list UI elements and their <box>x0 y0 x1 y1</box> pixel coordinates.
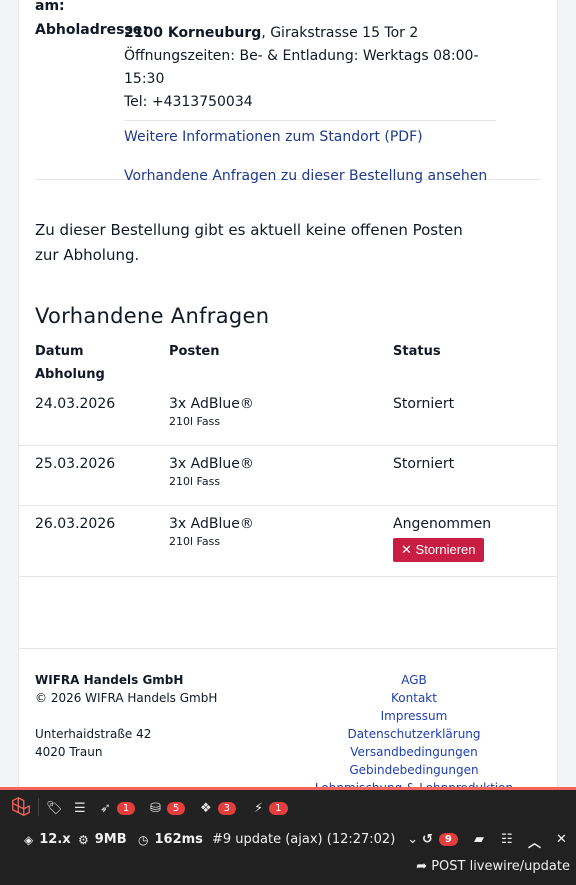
col-status: Status <box>393 344 441 359</box>
footer-copyright: © 2026 WIFRA Handels GmbH <box>35 691 218 705</box>
debug-bar-tabs: 🏷 ☰ ➶ 1 ⛁ 5 ❖ 3 ⚡ 1 <box>0 787 576 823</box>
row-item: 3x AdBlue® 210l Fass <box>169 456 254 488</box>
request-time: ◷ 162ms <box>138 832 203 847</box>
opening-hours: Öffnungszeiten: Be- & Entladung: Werktag… <box>124 48 479 87</box>
close-icon: ✕ <box>556 832 567 847</box>
chevron-down-icon: ⌄ <box>407 832 419 847</box>
queries-badge: 5 <box>166 801 186 815</box>
col-items: Posten <box>169 344 220 359</box>
item-name: 3x AdBlue® <box>169 456 254 472</box>
address-street: , Girakstrasse 15 Tor 2 <box>261 25 419 41</box>
pickup-date-label: am: <box>35 0 65 14</box>
tab-queries[interactable]: ⛁ 5 <box>150 797 186 819</box>
laravel-version: ◈ 12.x <box>24 832 71 847</box>
pickup-details: am: Abholadresse: 2100 Korneuburg, Girak… <box>35 0 541 184</box>
table-row: 24.03.2026 3x AdBlue® 210l Fass Stornier… <box>19 386 557 446</box>
cancel-request-button[interactable]: ✕ Stornieren <box>393 538 484 562</box>
row-status: Storniert <box>393 456 455 472</box>
row-status: Storniert <box>393 396 455 412</box>
footer-link-agb[interactable]: AGB <box>309 671 519 689</box>
models-badge: 3 <box>217 801 237 815</box>
leaf-icon: ➶ <box>100 800 111 816</box>
site-footer: WIFRA Handels GmbH © 2026 WIFRA Handels … <box>19 649 557 809</box>
tab-models[interactable]: ❖ 3 <box>200 797 237 819</box>
settings-button[interactable]: ☷ <box>501 832 513 847</box>
existing-requests-link[interactable]: Vorhandene Anfragen zu dieser Bestellung… <box>124 165 496 188</box>
share-icon: ➦ <box>416 859 428 874</box>
footer-street: Unterhaidstraße 42 <box>35 727 152 741</box>
footer-link-containers[interactable]: Gebindebedingungen <box>309 761 519 779</box>
row-item: 3x AdBlue® 210l Fass <box>169 396 254 428</box>
close-debugbar-button[interactable]: ✕ <box>556 832 567 847</box>
footer-link-shipping[interactable]: Versandbedingungen <box>309 743 519 761</box>
current-request[interactable]: ➦ POST livewire/update <box>416 859 570 874</box>
laravel-logo-icon <box>12 797 30 816</box>
livewire-badge: 1 <box>269 801 288 815</box>
footer-link-privacy[interactable]: Datenschutzerklärung <box>309 725 519 743</box>
history-icon: ↺ <box>422 832 433 847</box>
pickup-address: 2100 Korneuburg, Girakstrasse 15 Tor 2 Ö… <box>124 22 496 188</box>
database-icon: ⛁ <box>150 800 161 816</box>
footer-city: 4020 Traun <box>35 745 103 759</box>
folder-icon: ▰ <box>474 832 484 847</box>
footer-links: AGB Kontakt Impressum Datenschutzerkläru… <box>309 671 519 797</box>
row-item: 3x AdBlue® 210l Fass <box>169 516 254 548</box>
item-name: 3x AdBlue® <box>169 396 254 412</box>
footer-address: WIFRA Handels GmbH © 2026 WIFRA Handels … <box>35 671 217 761</box>
cancel-label: Stornieren <box>415 542 476 557</box>
tab-timeline[interactable]: ☰ <box>74 797 86 819</box>
bolt-icon: ⚡ <box>254 800 264 816</box>
item-container: 210l Fass <box>169 535 221 548</box>
chevron-up-icon: ︿ <box>528 836 542 851</box>
request-select[interactable]: #9 update (ajax) (12:27:02) ⌄ <box>212 832 418 847</box>
footer-company: WIFRA Handels GmbH <box>35 673 184 687</box>
cubes-icon: ❖ <box>200 800 212 816</box>
history-badge: 9 <box>438 833 458 846</box>
order-card: am: Abholadresse: 2100 Korneuburg, Girak… <box>18 0 558 809</box>
col-date: Datum Abholung <box>35 344 105 382</box>
open-folder-button[interactable]: ▰ <box>474 832 484 847</box>
history-button[interactable]: ↺ 9 <box>422 832 458 847</box>
clock-icon: ◷ <box>138 832 149 847</box>
requests-heading: Vorhandene Anfragen <box>35 304 270 328</box>
row-date: 24.03.2026 <box>35 396 116 412</box>
divider <box>38 798 39 816</box>
requests-table-header: Datum Abholung Posten Status <box>19 340 557 386</box>
location-info-link[interactable]: Weitere Informationen zum Standort (PDF) <box>124 126 496 149</box>
item-container: 210l Fass <box>169 475 221 488</box>
phone-number: Tel: +4313750034 <box>124 94 253 110</box>
cogs-icon: ⚙ <box>78 832 89 847</box>
debug-bar: 🏷 ☰ ➶ 1 ⛁ 5 ❖ 3 ⚡ 1 ◈ 12.x ⚙ 9MB ◷ 162ms #9 upd… <box>0 787 576 885</box>
tags-icon: 🏷 <box>46 800 63 816</box>
row-date: 26.03.2026 <box>35 516 116 532</box>
debug-bar-status: ◈ 12.x ⚙ 9MB ◷ 162ms #9 update (ajax) (12:2… <box>0 823 576 857</box>
routes-badge: 1 <box>116 801 136 815</box>
item-name: 3x AdBlue® <box>169 516 254 532</box>
footer-link-imprint[interactable]: Impressum <box>309 707 519 725</box>
spacer <box>19 577 557 649</box>
minimize-button[interactable]: ︿ <box>528 832 541 851</box>
debug-bar-request: ➦ POST livewire/update <box>0 857 576 885</box>
stack-icon: ☰ <box>74 800 86 816</box>
table-row: 26.03.2026 3x AdBlue® 210l Fass Angenomm… <box>19 506 557 577</box>
item-container: 210l Fass <box>169 415 221 428</box>
no-open-items-notice: Zu dieser Bestellung gibt es aktuell kei… <box>35 221 463 264</box>
tab-messages[interactable]: 🏷 <box>46 797 63 819</box>
tab-routes[interactable]: ➶ 1 <box>100 797 136 819</box>
memory-usage: ⚙ 9MB <box>78 832 127 847</box>
tab-livewire[interactable]: ⚡ 1 <box>254 797 288 819</box>
sliders-icon: ☷ <box>501 832 513 847</box>
row-date: 25.03.2026 <box>35 456 116 472</box>
footer-link-contact[interactable]: Kontakt <box>309 689 519 707</box>
laravel-icon: ◈ <box>24 832 34 847</box>
table-row: 25.03.2026 3x AdBlue® 210l Fass Stornier… <box>19 446 557 506</box>
row-status-cell: Angenommen ✕ Stornieren <box>393 516 491 562</box>
row-status: Angenommen <box>393 516 492 532</box>
address-city: 2100 Korneuburg <box>124 25 262 41</box>
close-icon: ✕ <box>401 542 412 557</box>
